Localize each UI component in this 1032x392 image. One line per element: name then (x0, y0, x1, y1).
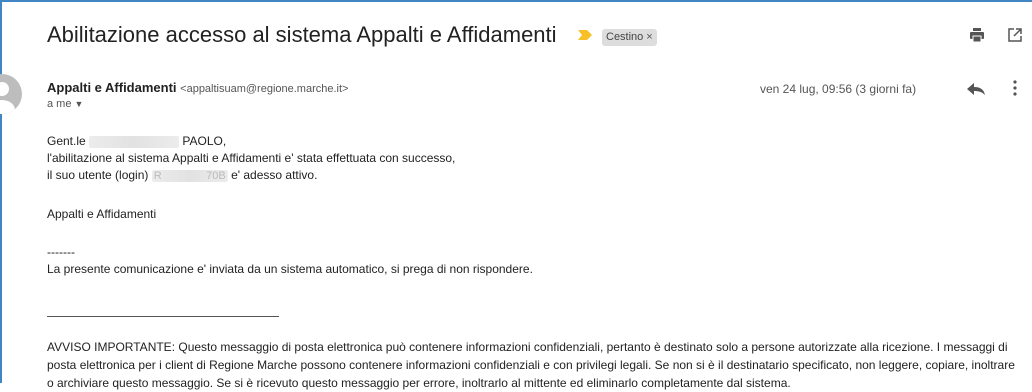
greeting-suffix: PAOLO, (182, 134, 227, 148)
recipient-details[interactable]: a me ▼ (47, 98, 83, 110)
importance-marker-icon[interactable] (578, 30, 592, 40)
print-icon[interactable] (968, 26, 986, 44)
sender-address: <appaltisuam@regione.marche.it> (180, 83, 349, 95)
separator-dashes: ------- (47, 245, 75, 259)
label-chip-trash[interactable]: Cestino × (602, 29, 657, 46)
login-start: R (153, 169, 162, 182)
email-subject: Abilitazione accesso al sistema Appalti … (47, 22, 557, 47)
login-end: 70B (206, 169, 226, 182)
email-date: ven 24 lug, 09:56 (3 giorni fa) (760, 82, 917, 96)
sender-line: Appalti e Affidamenti <appaltisuam@regio… (47, 80, 348, 95)
sender-name[interactable]: Appalti e Affidamenti (47, 80, 177, 95)
more-vert-icon[interactable] (1012, 79, 1018, 97)
reply-icon[interactable] (966, 82, 986, 96)
recipient-label: a me (47, 98, 72, 110)
login-line: il suo utente (login) R 70B e' adesso att… (47, 168, 317, 182)
window-frame-left (0, 0, 2, 383)
greeting-line: Gent.le PAOLO, (47, 134, 226, 148)
chevron-down-icon[interactable]: ▼ (74, 99, 83, 109)
signature: Appalti e Affidamenti (47, 207, 157, 221)
label-chip-text: Cestino (606, 31, 644, 43)
open-in-new-window-icon[interactable] (1006, 26, 1024, 44)
login-prefix: il suo utente (login) (47, 168, 149, 182)
confidentiality-notice: AVVISO IMPORTANTE: Questo messaggio di p… (47, 340, 1015, 390)
body-line-1: l'abilitazione al sistema Appalti e Affi… (47, 151, 456, 165)
window-frame-top (0, 0, 1032, 2)
redacted-name (89, 135, 180, 148)
greeting-prefix: Gent.le (47, 134, 86, 148)
divider-line (47, 316, 279, 317)
login-suffix: e' adesso attivo. (231, 168, 318, 182)
auto-notice: La presente comunicazione e' inviata da … (47, 262, 533, 276)
redacted-login: R 70B (151, 169, 228, 182)
avatar-icon[interactable] (0, 74, 22, 114)
remove-label-icon[interactable]: × (646, 31, 652, 43)
